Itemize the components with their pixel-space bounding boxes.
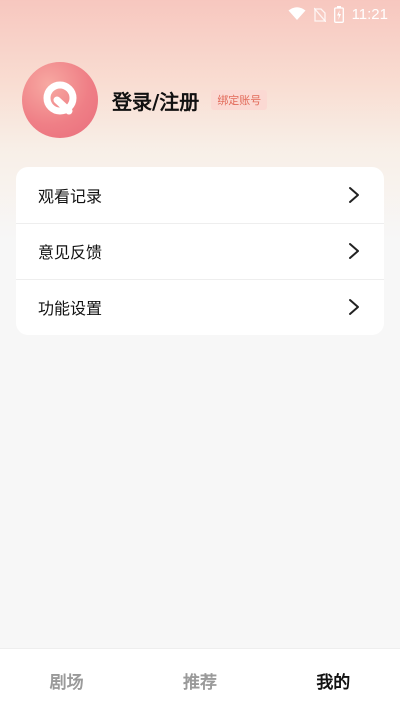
chevron-right-icon <box>348 298 360 316</box>
wifi-icon <box>288 7 306 21</box>
tab-recommend[interactable]: 推荐 <box>133 668 266 693</box>
menu-item-watch-history[interactable]: 观看记录 <box>16 167 384 223</box>
status-bar: 11:21 <box>0 0 400 28</box>
status-time: 11:21 <box>351 5 388 23</box>
profile-header[interactable]: 登录/注册 绑定账号 <box>22 62 268 138</box>
menu-item-label: 功能设置 <box>38 299 103 318</box>
menu-item-label: 观看记录 <box>38 187 103 206</box>
battery-icon <box>333 5 344 23</box>
bottom-nav: 剧场 推荐 我的 <box>0 648 400 711</box>
no-sim-icon <box>313 7 326 22</box>
chevron-right-icon <box>348 186 360 204</box>
tab-theater[interactable]: 剧场 <box>0 668 133 693</box>
app-logo-icon <box>38 76 82 124</box>
menu-item-feedback[interactable]: 意见反馈 <box>16 223 384 279</box>
bind-account-badge[interactable]: 绑定账号 <box>211 90 268 110</box>
menu-item-settings[interactable]: 功能设置 <box>16 279 384 335</box>
menu-card: 观看记录 意见反馈 功能设置 <box>16 167 384 335</box>
chevron-right-icon <box>348 242 360 260</box>
tab-mine[interactable]: 我的 <box>267 668 400 693</box>
avatar[interactable] <box>22 62 98 138</box>
menu-item-label: 意见反馈 <box>38 243 103 262</box>
login-register-link[interactable]: 登录/注册 <box>112 86 199 115</box>
